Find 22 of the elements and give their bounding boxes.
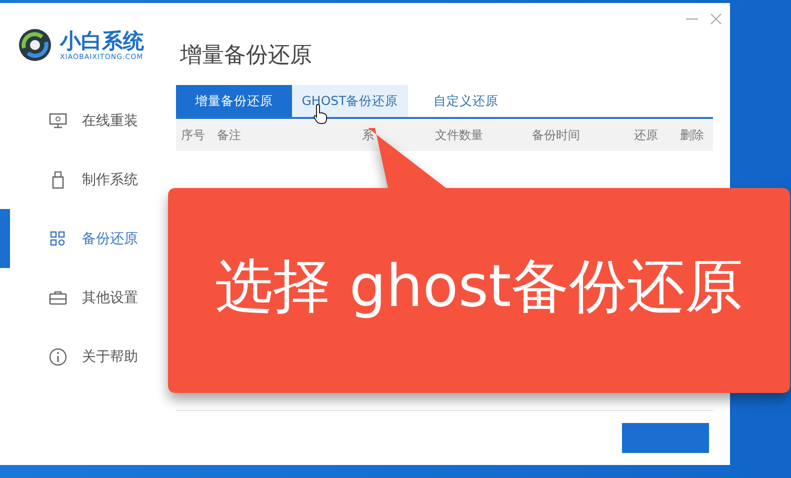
page-title: 增量备份还原: [180, 42, 313, 70]
column-header: 文件数量: [435, 127, 484, 144]
sidebar-item[interactable]: 关于帮助: [0, 327, 160, 386]
close-icon[interactable]: [710, 13, 722, 25]
logo-text: 小白系统: [60, 29, 144, 53]
info-icon: [48, 348, 68, 366]
sidebar-item[interactable]: 其他设置: [0, 268, 160, 327]
column-header: 序号: [181, 127, 206, 144]
column-header: 还原: [634, 127, 659, 144]
tab[interactable]: 增量备份还原: [176, 85, 292, 117]
tab[interactable]: GHOST备份还原: [292, 85, 408, 117]
sidebar-item[interactable]: 制作系统: [0, 150, 160, 209]
tab[interactable]: 自定义还原: [408, 85, 524, 117]
column-header: 系: [362, 127, 375, 144]
callout-text: 选择 ghost备份还原: [214, 251, 744, 321]
sidebar-item[interactable]: 在线重装: [0, 91, 160, 150]
logo-icon: [18, 28, 52, 62]
column-header: 备份时间: [532, 127, 581, 144]
column-header: 删除: [680, 127, 705, 144]
case-icon: [48, 290, 68, 304]
column-header: 备注: [217, 127, 242, 144]
monitor-icon: [48, 112, 68, 128]
